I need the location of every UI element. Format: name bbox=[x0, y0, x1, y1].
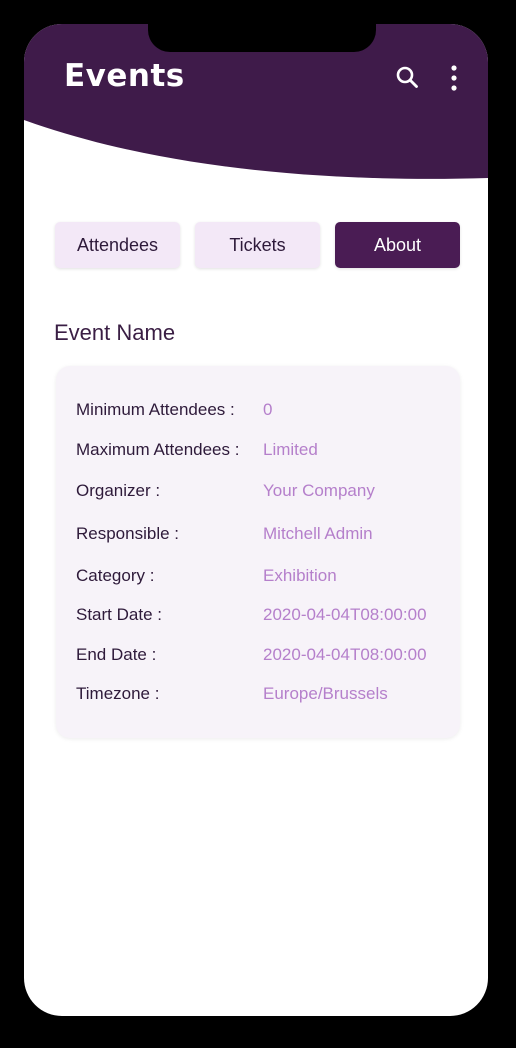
detail-value: 2020-04-04T08:00:00 bbox=[263, 605, 427, 624]
detail-row-end-date: End Date : 2020-04-04T08:00:00 bbox=[76, 645, 456, 669]
search-icon[interactable] bbox=[396, 66, 418, 88]
detail-label: Organizer : bbox=[76, 481, 161, 500]
detail-row-maximum-attendees: Maximum Attendees : Limited bbox=[76, 440, 456, 464]
detail-label: Maximum Attendees : bbox=[76, 440, 240, 459]
detail-label: Category : bbox=[76, 566, 155, 585]
detail-row-responsible: Responsible : Mitchell Admin bbox=[76, 524, 456, 548]
detail-value: 0 bbox=[263, 400, 273, 419]
detail-value: Your Company bbox=[263, 481, 375, 500]
detail-label: Start Date : bbox=[76, 605, 162, 624]
detail-row-organizer: Organizer : Your Company bbox=[76, 481, 456, 505]
app-screen: Events Attendees Tickets About Event Nam… bbox=[24, 24, 488, 1016]
detail-value: Limited bbox=[263, 440, 318, 459]
event-details-card: Minimum Attendees : 0 Maximum Attendees … bbox=[56, 366, 460, 738]
tab-bar: Attendees Tickets About bbox=[55, 222, 461, 270]
detail-label: Responsible : bbox=[76, 524, 180, 543]
detail-value: 2020-04-04T08:00:00 bbox=[263, 645, 427, 664]
more-vertical-icon[interactable] bbox=[448, 64, 460, 92]
tab-about[interactable]: About bbox=[335, 222, 460, 268]
detail-value: Europe/Brussels bbox=[263, 684, 388, 703]
detail-label: Timezone : bbox=[76, 684, 160, 703]
detail-label: End Date : bbox=[76, 645, 157, 664]
phone-frame: Events Attendees Tickets About Event Nam… bbox=[0, 0, 516, 1048]
detail-value: Exhibition bbox=[263, 566, 337, 585]
tab-tickets[interactable]: Tickets bbox=[195, 222, 320, 268]
detail-label: Minimum Attendees : bbox=[76, 400, 235, 419]
app-title: Events bbox=[64, 58, 185, 94]
event-name-heading: Event Name bbox=[54, 320, 176, 345]
detail-value: Mitchell Admin bbox=[263, 524, 373, 543]
detail-row-timezone: Timezone : Europe/Brussels bbox=[76, 684, 456, 708]
detail-row-minimum-attendees: Minimum Attendees : 0 bbox=[76, 400, 456, 424]
detail-row-category: Category : Exhibition bbox=[76, 566, 456, 590]
device-notch bbox=[148, 24, 376, 52]
detail-row-start-date: Start Date : 2020-04-04T08:00:00 bbox=[76, 605, 456, 629]
tab-attendees[interactable]: Attendees bbox=[55, 222, 180, 268]
